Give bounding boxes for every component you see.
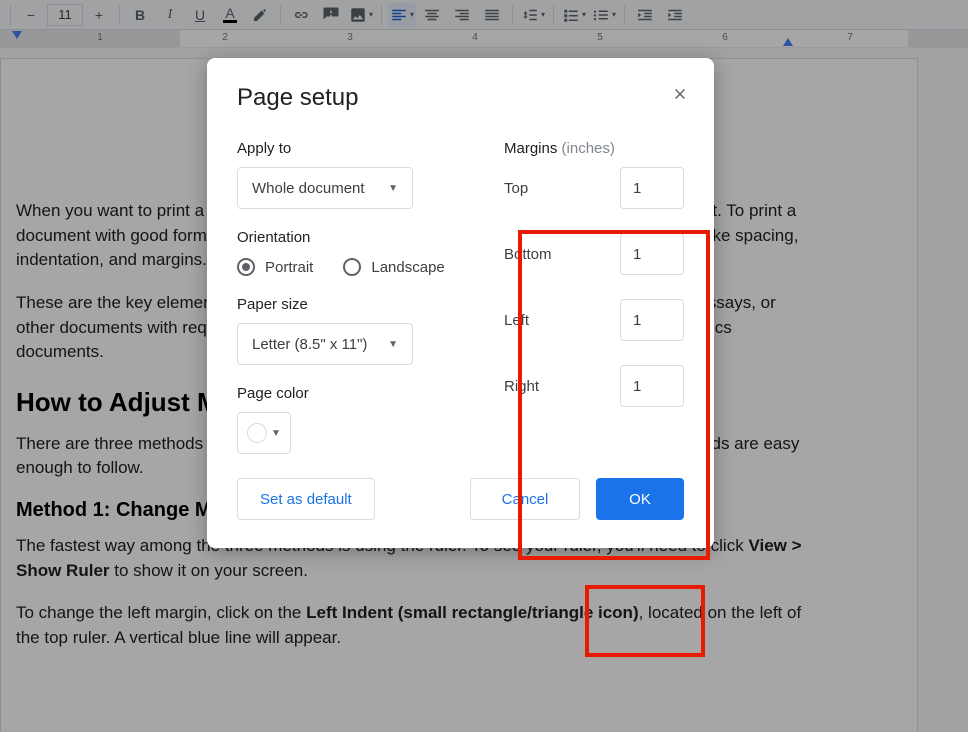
dialog-right-column: Margins (inches) Top Bottom Left Right [504,140,684,454]
cancel-button[interactable]: Cancel [470,478,580,520]
chevron-down-icon: ▼ [271,428,281,439]
orientation-label: Orientation [237,229,464,246]
radio-label: Landscape [371,259,444,276]
margin-bottom-label: Bottom [504,246,552,263]
close-button[interactable] [666,80,694,108]
color-swatch-icon [247,423,267,443]
radio-icon [237,258,255,276]
chevron-down-icon: ▼ [388,183,398,194]
paper-size-label: Paper size [237,296,464,313]
margins-label: Margins (inches) [504,140,684,157]
paper-size-select[interactable]: Letter (8.5" x 11") ▼ [237,323,413,365]
margin-right-label: Right [504,378,539,395]
margin-bottom-input[interactable] [620,233,684,275]
set-default-button[interactable]: Set as default [237,478,375,520]
margin-top-label: Top [504,180,528,197]
apply-to-label: Apply to [237,140,464,157]
dialog-left-column: Apply to Whole document ▼ Orientation Po… [237,140,464,454]
select-value: Whole document [252,180,365,197]
margin-left-input[interactable] [620,299,684,341]
ok-button[interactable]: OK [596,478,684,520]
page-color-label: Page color [237,385,464,402]
label-text: Margins [504,140,557,157]
apply-to-select[interactable]: Whole document ▼ [237,167,413,209]
orientation-portrait-radio[interactable]: Portrait [237,258,313,276]
page-setup-dialog: Page setup Apply to Whole document ▼ Ori… [207,58,714,548]
dialog-title: Page setup [237,84,684,112]
radio-icon [343,258,361,276]
page-color-select[interactable]: ▼ [237,412,291,454]
chevron-down-icon: ▼ [388,339,398,350]
select-value: Letter (8.5" x 11") [252,336,367,353]
orientation-landscape-radio[interactable]: Landscape [343,258,444,276]
margin-left-label: Left [504,312,529,329]
margin-right-input[interactable] [620,365,684,407]
margin-top-input[interactable] [620,167,684,209]
radio-label: Portrait [265,259,313,276]
close-icon [671,85,689,103]
label-unit: (inches) [562,140,615,157]
